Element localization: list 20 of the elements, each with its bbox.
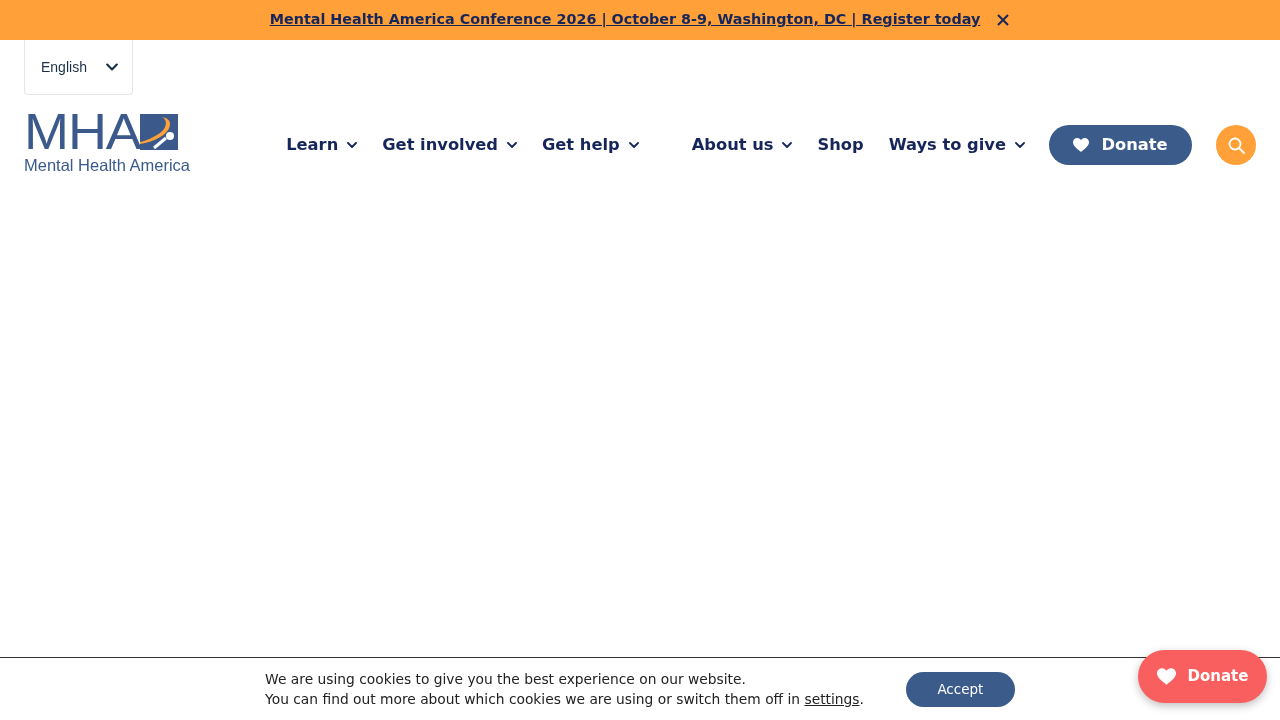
logo-letters: MHA bbox=[24, 114, 141, 150]
language-select[interactable]: English bbox=[24, 40, 133, 95]
nav-link[interactable]: About us bbox=[691, 132, 793, 158]
nav-link[interactable]: Learn bbox=[286, 132, 358, 158]
logo-tagline: Mental Health America bbox=[24, 155, 190, 175]
nav-link[interactable]: Shop bbox=[817, 132, 864, 158]
logo-mark-icon bbox=[140, 114, 179, 150]
nav-link[interactable]: Get help bbox=[541, 132, 639, 158]
nav-link[interactable]: Get involved bbox=[382, 132, 517, 158]
heart-icon bbox=[1073, 138, 1090, 152]
search-icon bbox=[1227, 136, 1245, 154]
chevron-icon bbox=[106, 63, 118, 71]
donate-button[interactable]: Donate bbox=[1049, 125, 1192, 165]
cookie-notice-text: We are using cookies to give you the best experience on our website. You can find out more about which cookies we are using or switch them off in settings. bbox=[265, 670, 864, 709]
close-button[interactable] bbox=[996, 13, 1011, 27]
settings-link[interactable]: settings bbox=[804, 691, 860, 707]
nav-link[interactable]: Ways to give bbox=[888, 132, 1025, 158]
accept-button[interactable]: Accept bbox=[905, 671, 1015, 707]
heart-icon bbox=[1156, 668, 1176, 685]
close-icon bbox=[997, 14, 1010, 26]
